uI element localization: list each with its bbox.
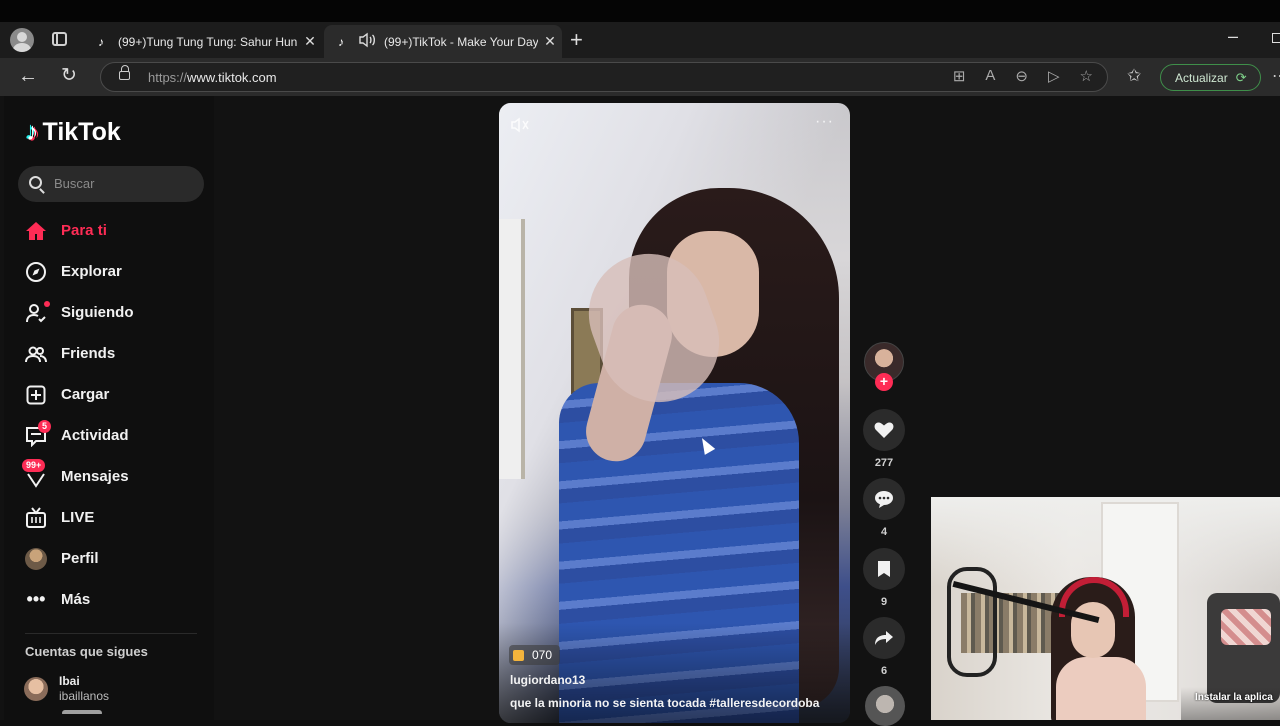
update-button[interactable]: Actualizar ⟳ [1160, 64, 1261, 91]
sidebar-item-cargar[interactable]: Cargar [4, 374, 214, 415]
new-tab-icon[interactable]: + [570, 29, 583, 51]
following-section-title: Cuentas que sigues [25, 644, 148, 659]
upload-icon [24, 383, 48, 407]
notification-dot [44, 300, 50, 307]
message-icon: 99+ [22, 458, 48, 489]
browser-menu-icon[interactable]: ⋯ [1272, 66, 1280, 86]
tab-title: (99+)Tung Tung Tung: Sahur Hun [118, 34, 298, 49]
sidebar-item-mensajes[interactable]: 99+ Mensajes [4, 456, 214, 497]
tab-tiktok[interactable]: ♪ (99+)TikTok - Make Your Day ✕ [324, 25, 562, 58]
app-available-icon[interactable]: ⊞ [953, 67, 966, 85]
url-text[interactable]: https://www.tiktok.com [148, 70, 277, 85]
sidebar-item-mas[interactable]: ••• Más [4, 579, 214, 620]
video-player[interactable]: ··· 070 lugiordano13 que la minoria no s… [499, 103, 850, 723]
media-icon[interactable]: ▷ [1048, 67, 1060, 85]
tab-bar: ♪ (99+)Tung Tung Tung: Sahur Hun ✕ ♪ (99… [0, 22, 1280, 58]
sidebar-item-actividad[interactable]: 5 Actividad [4, 415, 214, 456]
like-count: 277 [874, 457, 894, 469]
read-aloud-icon[interactable]: A [985, 67, 995, 85]
back-icon[interactable]: ← [18, 64, 38, 88]
tab-close-icon[interactable]: ✕ [298, 33, 322, 50]
like-button[interactable] [863, 409, 905, 451]
search-placeholder: Buscar [54, 176, 95, 191]
browser-profile-avatar[interactable] [10, 28, 34, 52]
tab-tung-tung[interactable]: ♪ (99+)Tung Tung Tung: Sahur Hun ✕ [84, 25, 322, 58]
sidebar-item-para-ti[interactable]: Para ti [4, 210, 214, 251]
account-username: ibaillanos [59, 689, 110, 703]
tab-close-icon[interactable]: ✕ [538, 33, 562, 50]
following-icon [24, 300, 50, 325]
share-button[interactable] [863, 617, 905, 659]
share-count: 6 [880, 665, 888, 677]
update-icon: ⟳ [1235, 69, 1247, 85]
save-button[interactable] [863, 548, 905, 590]
compass-icon [24, 260, 48, 284]
tab-title: (99+)TikTok - Make Your Day [384, 34, 538, 49]
minimize-icon[interactable]: – [1228, 26, 1238, 47]
save-count: 9 [880, 596, 888, 608]
tiktok-logo-icon: ♪ [26, 118, 39, 146]
favorite-star-icon[interactable]: ☆ [1080, 67, 1093, 85]
video-caption[interactable]: que la minoria no se sienta tocada #tall… [510, 696, 819, 710]
sidebar-item-live[interactable]: LIVE [4, 497, 214, 538]
volume-icon[interactable] [510, 117, 530, 138]
search-input[interactable]: Buscar [18, 166, 204, 202]
install-app-label[interactable]: Instalar la aplica [1195, 692, 1273, 703]
followed-account-partial[interactable] [62, 710, 102, 716]
account-avatar [24, 677, 48, 701]
speaker-icon[interactable] [358, 32, 376, 51]
sidebar-item-explorar[interactable]: Explorar [4, 251, 214, 292]
messages-badge: 99+ [22, 458, 46, 472]
comment-count: 4 [880, 526, 888, 538]
tiktok-favicon-icon: ♪ [338, 34, 344, 49]
activity-badge: 5 [38, 419, 52, 433]
account-name: Ibai [59, 674, 80, 688]
reload-icon[interactable]: ↻ [61, 64, 77, 88]
search-icon [29, 176, 42, 189]
home-icon [24, 219, 48, 243]
maximize-icon[interactable] [1272, 33, 1280, 43]
favorites-icon[interactable]: ✩ [1127, 66, 1141, 86]
sidebar-item-siguiendo[interactable]: Siguiendo [4, 292, 214, 333]
followed-account[interactable]: Ibai ibaillanos [24, 674, 109, 704]
next-video-avatar[interactable] [865, 686, 905, 726]
window-top-strip [0, 0, 1280, 22]
inbox-icon: 5 [24, 419, 52, 448]
lock-icon[interactable] [119, 65, 130, 80]
sidebar-item-perfil[interactable]: Perfil [4, 538, 214, 579]
divider [25, 633, 197, 634]
sidebar: ♪ TikTok Buscar Para ti Explorar Siguien… [4, 96, 214, 720]
chip-icon [513, 649, 524, 661]
sidebar-nav: Para ti Explorar Siguiendo Friends Carga… [4, 210, 214, 620]
video-more-icon[interactable]: ··· [815, 113, 834, 131]
address-bar-icons: ⊞ A ⊖ ▷ ☆ [953, 67, 1093, 85]
tiktok-logo[interactable]: ♪ TikTok [26, 118, 121, 147]
address-bar[interactable]: https://www.tiktok.com ⊞ A ⊖ ▷ ☆ [100, 62, 1108, 92]
follow-plus-icon[interactable]: + [875, 373, 893, 391]
video-author[interactable]: lugiordano13 [510, 673, 585, 687]
video-chip[interactable]: 070 [509, 645, 561, 665]
tiktok-favicon-icon: ♪ [98, 34, 104, 49]
profile-avatar [24, 547, 48, 571]
more-icon: ••• [26, 589, 46, 609]
tab-actions-icon[interactable] [52, 32, 67, 46]
webcam-overlay: Instalar la aplica [931, 497, 1280, 720]
browser-toolbar: ← ↻ https://www.tiktok.com ⊞ A ⊖ ▷ ☆ ✩ A… [0, 58, 1280, 96]
friends-icon [24, 342, 48, 366]
comment-button[interactable] [863, 478, 905, 520]
sidebar-item-friends[interactable]: Friends [4, 333, 214, 374]
zoom-icon[interactable]: ⊖ [1015, 67, 1028, 85]
live-icon [24, 506, 48, 530]
